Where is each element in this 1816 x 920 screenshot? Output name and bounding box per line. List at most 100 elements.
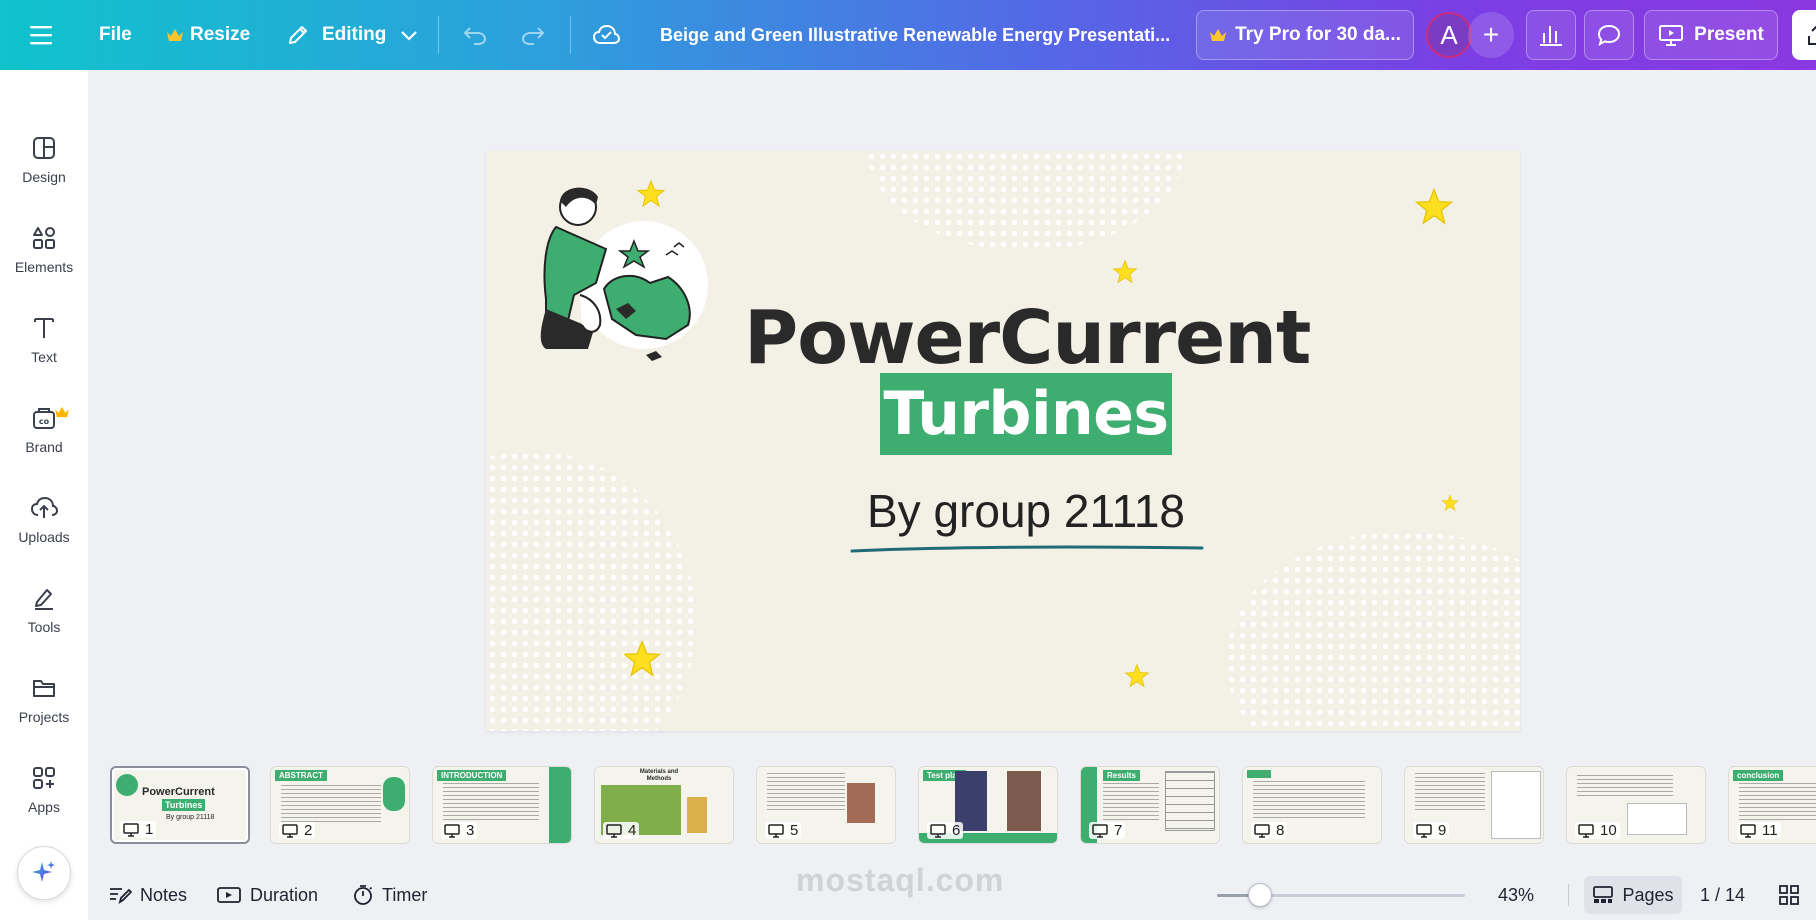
thumbnail-accent (549, 767, 571, 843)
sidebar-item-tools[interactable]: Tools (0, 570, 88, 650)
save-status-button[interactable] (592, 0, 620, 70)
comment-icon (1597, 24, 1621, 47)
svg-text:co: co (39, 417, 50, 426)
page-thumbnail[interactable]: ABSTRACT 2 (270, 766, 410, 844)
page-thumbnail[interactable]: 5 (756, 766, 896, 844)
magic-assistant-button[interactable] (17, 846, 71, 900)
page-number: 6 (927, 822, 964, 839)
page-thumbnail[interactable]: 9 (1404, 766, 1544, 844)
plus-icon: + (1482, 19, 1500, 50)
slide-subtitle[interactable]: By group 21118 (826, 484, 1226, 538)
pages-button[interactable]: Pages (1584, 876, 1682, 914)
sidebar-item-uploads[interactable]: Uploads (0, 480, 88, 560)
insights-button[interactable] (1526, 10, 1576, 60)
star-icon (1124, 663, 1150, 688)
file-menu-button[interactable]: File (99, 0, 132, 70)
thumbnail-photo (847, 783, 875, 823)
sidebar-item-projects[interactable]: Projects (0, 660, 88, 740)
try-pro-label: Try Pro for 30 da... (1235, 24, 1401, 45)
zoom-slider-handle[interactable] (1248, 883, 1273, 907)
duration-button[interactable]: Duration (216, 870, 318, 920)
thumbnail-chart (1491, 771, 1541, 839)
redo-button[interactable] (520, 0, 546, 70)
present-icon (1659, 25, 1684, 46)
thumbnail-tag: ABSTRACT (275, 770, 327, 781)
slide-title-line1[interactable]: PowerCurrent (744, 295, 1311, 381)
page-thumbnail[interactable]: Test plan 6 (918, 766, 1058, 844)
thumbnail-illustration (383, 777, 405, 811)
page-thumbnail[interactable]: PowerCurrent Turbines By group 21118 1 (110, 766, 250, 844)
thumbnail-photo (1007, 771, 1041, 831)
invite-button[interactable]: + (1468, 12, 1514, 58)
present-button[interactable]: Present (1644, 10, 1778, 60)
sidebar-item-label: Text (31, 349, 57, 365)
sidebar-item-text[interactable]: Text (0, 300, 88, 380)
present-icon (1740, 823, 1756, 838)
present-icon (1092, 823, 1108, 838)
sidebar-item-apps[interactable]: Apps (0, 750, 88, 830)
page-number: 7 (1089, 822, 1126, 839)
thumbnail-title-2: Turbines (162, 799, 206, 811)
uploads-icon (30, 496, 58, 518)
zoom-level[interactable]: 43% (1498, 870, 1534, 920)
elements-icon (33, 227, 55, 249)
notes-icon (110, 888, 132, 905)
undo-button[interactable] (462, 0, 488, 70)
page-thumbnail[interactable]: conclusion 11 (1728, 766, 1816, 844)
pencil-icon (289, 26, 307, 44)
star-icon (636, 179, 666, 208)
sidebar-item-label: Uploads (18, 529, 70, 545)
page-number: 10 (1575, 822, 1620, 839)
editing-mode-button[interactable]: Editing (286, 0, 418, 70)
apps-icon (33, 767, 55, 789)
thumbnail-text-lines (281, 785, 381, 825)
grid-view-button[interactable] (1778, 870, 1808, 920)
present-icon (1578, 823, 1594, 838)
page-thumbnail[interactable]: 8 (1242, 766, 1382, 844)
thumbnail-tag: Materials and Methods (639, 769, 679, 782)
page-thumbnail[interactable]: Materials and Methods 4 (594, 766, 734, 844)
page-thumbnail[interactable]: 10 (1566, 766, 1706, 844)
share-button[interactable] (1792, 10, 1816, 60)
thumbnail-subtitle: By group 21118 (166, 814, 215, 821)
page-number: 5 (765, 822, 802, 839)
resize-button[interactable]: Resize (166, 0, 250, 70)
star-icon (622, 639, 662, 677)
undo-icon (463, 27, 487, 45)
timer-label: Timer (382, 884, 428, 905)
page-thumbnail[interactable]: INTRODUCTION 3 (432, 766, 572, 844)
thumbnail-text-lines (1253, 781, 1365, 821)
thumbnail-photo (687, 797, 707, 833)
toolbar-divider (1568, 884, 1569, 906)
thumbnail-tag: INTRODUCTION (437, 770, 507, 781)
page-number: 9 (1413, 822, 1450, 839)
present-icon (123, 822, 139, 837)
sidebar-item-label: Brand (25, 439, 63, 455)
notes-button[interactable]: Notes (108, 870, 187, 920)
page-thumbnail[interactable]: Results 7 (1080, 766, 1220, 844)
document-title[interactable]: Beige and Green Illustrative Renewable E… (660, 0, 1170, 70)
page-counter[interactable]: 1 / 14 (1700, 870, 1745, 920)
halftone-pattern (866, 151, 1186, 251)
page-number: 11 (1737, 822, 1781, 839)
comments-button[interactable] (1584, 10, 1634, 60)
timer-button[interactable]: Timer (352, 870, 427, 920)
bar-chart-icon (1540, 26, 1562, 46)
timer-icon (354, 885, 373, 905)
sidebar-item-elements[interactable]: Elements (0, 210, 88, 290)
editing-label: Editing (322, 24, 387, 45)
design-icon (33, 137, 55, 159)
present-icon (444, 823, 460, 838)
present-icon (606, 823, 622, 838)
duration-icon (217, 887, 241, 903)
slide-canvas[interactable]: PowerCurrent Turbines By group 21118 (486, 151, 1520, 731)
sidebar-item-brand[interactable]: co Brand (0, 390, 88, 470)
toolbar-divider (438, 16, 439, 54)
slide-title-line2[interactable]: Turbines (880, 373, 1172, 455)
menu-button[interactable] (30, 0, 56, 70)
sidebar-item-label: Design (22, 169, 66, 185)
present-icon (282, 823, 298, 838)
sidebar-item-design[interactable]: Design (0, 120, 88, 200)
user-avatar[interactable]: A (1426, 12, 1472, 58)
try-pro-button[interactable]: Try Pro for 30 da... (1196, 10, 1414, 60)
